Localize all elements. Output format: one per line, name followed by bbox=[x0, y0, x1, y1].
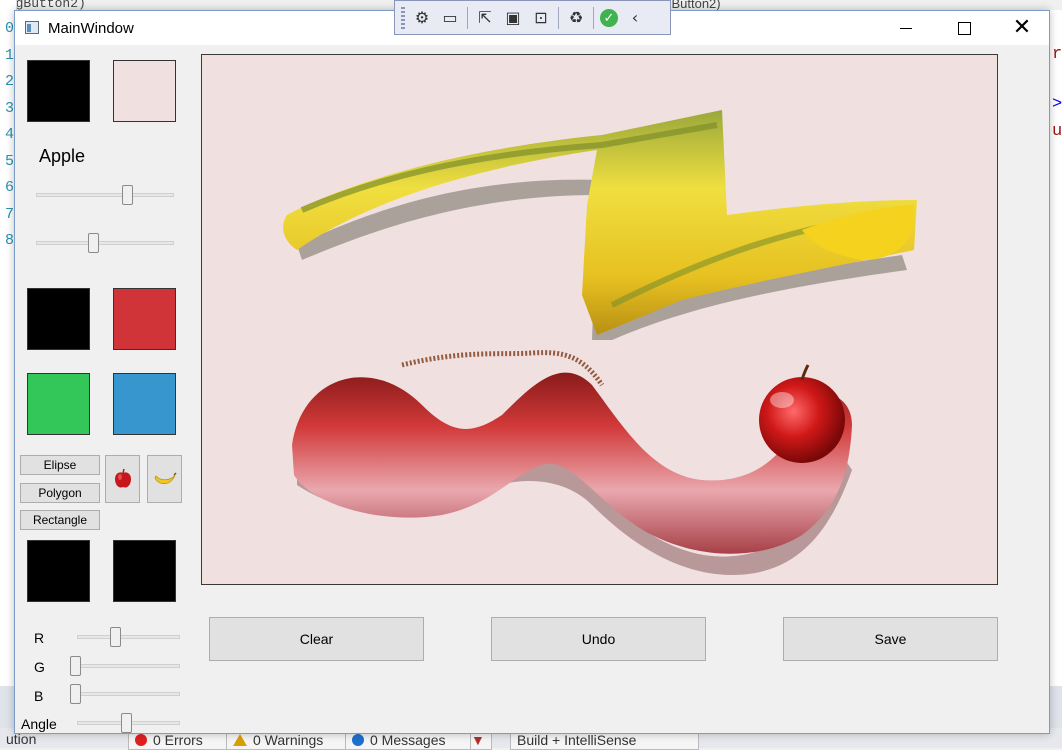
line-number: 0 bbox=[4, 20, 14, 37]
code-fragment: r bbox=[1052, 45, 1062, 64]
binding-check-icon[interactable]: ✓ bbox=[600, 8, 618, 27]
toolbar-separator bbox=[467, 6, 468, 29]
warning-icon bbox=[233, 734, 247, 746]
background-color-swatch[interactable] bbox=[113, 60, 176, 122]
banana-brush-button[interactable] bbox=[147, 455, 182, 503]
app-icon bbox=[25, 21, 39, 34]
stroke-color-swatch[interactable] bbox=[27, 60, 90, 122]
build-filter-label: Build + IntelliSense bbox=[517, 732, 637, 748]
maximize-button[interactable] bbox=[935, 11, 993, 45]
canvas-drawing bbox=[283, 110, 917, 575]
slider-thumb[interactable] bbox=[122, 185, 133, 205]
record-icon[interactable]: ▭ bbox=[439, 7, 461, 29]
close-icon: ✕ bbox=[1012, 15, 1032, 40]
r-slider[interactable] bbox=[77, 627, 180, 647]
apple-brush-button[interactable] bbox=[105, 455, 140, 503]
b-slider[interactable] bbox=[70, 684, 180, 704]
g-label: G bbox=[34, 659, 45, 675]
main-window: MainWindow ✕ Apple Elipse Polygon Rectan… bbox=[14, 10, 1050, 734]
apple-head bbox=[759, 377, 845, 463]
slider-thumb[interactable] bbox=[110, 627, 121, 647]
slider-track bbox=[36, 193, 174, 197]
filter-icon: ▼ bbox=[471, 732, 485, 748]
save-button[interactable]: Save bbox=[783, 617, 998, 661]
info-icon bbox=[352, 734, 364, 746]
minimize-button[interactable] bbox=[877, 11, 935, 45]
apple-icon bbox=[114, 468, 131, 488]
fill-color-swatch[interactable] bbox=[27, 540, 90, 602]
slider-thumb[interactable] bbox=[70, 684, 81, 704]
polygon-button[interactable]: Polygon bbox=[20, 483, 100, 503]
undo-button[interactable]: Undo bbox=[491, 617, 706, 661]
angle-label: Angle bbox=[21, 716, 57, 732]
color-swatch-green[interactable] bbox=[27, 373, 90, 435]
messages-count: 0 Messages bbox=[370, 732, 446, 748]
slider-track bbox=[77, 635, 180, 639]
warnings-count: 0 Warnings bbox=[253, 732, 324, 748]
apple-highlight bbox=[770, 392, 794, 408]
slider-track bbox=[70, 692, 180, 696]
select-element-icon[interactable]: ⚙ bbox=[411, 7, 433, 29]
window-title: MainWindow bbox=[48, 20, 134, 37]
ide-background-text: imgButton2) bbox=[0, 0, 200, 10]
line-number: 2 bbox=[4, 73, 14, 90]
toolbar-separator bbox=[593, 6, 594, 29]
slider-thumb[interactable] bbox=[70, 656, 81, 676]
angle-slider[interactable] bbox=[77, 713, 180, 733]
r-label: R bbox=[34, 630, 45, 646]
minimize-icon bbox=[900, 27, 912, 29]
debug-toolbar: ⚙ ▭ ⇱ ▣ ⊡ ♻ ✓ ‹ bbox=[394, 0, 671, 35]
line-number: 6 bbox=[4, 179, 14, 196]
drawing-canvas[interactable] bbox=[201, 54, 998, 585]
toolbar-separator bbox=[558, 6, 559, 29]
color-swatch-blue[interactable] bbox=[113, 373, 176, 435]
line-number: 8 bbox=[4, 232, 14, 249]
ide-background-tab: Button (imgButton2) bbox=[605, 0, 1062, 10]
slider-track bbox=[70, 664, 180, 668]
clear-button[interactable]: Clear bbox=[209, 617, 424, 661]
toolbar-grip[interactable] bbox=[401, 6, 405, 29]
line-number: 1 bbox=[4, 46, 14, 64]
line-number: 3 bbox=[4, 99, 14, 117]
slider-thumb[interactable] bbox=[121, 713, 132, 733]
error-icon bbox=[135, 734, 147, 746]
opacity-slider[interactable] bbox=[36, 233, 174, 253]
display-layout-icon[interactable]: ▣ bbox=[502, 7, 524, 29]
hot-reload-icon[interactable]: ♻ bbox=[565, 7, 587, 29]
line-number: 7 bbox=[4, 205, 14, 223]
maximize-icon bbox=[957, 21, 971, 35]
track-focus-icon[interactable]: ⊡ bbox=[530, 7, 552, 29]
b-label: B bbox=[34, 688, 44, 704]
collapse-icon[interactable]: ‹ bbox=[624, 7, 646, 29]
line-number: 5 bbox=[4, 152, 14, 170]
custom-color-swatch[interactable] bbox=[113, 540, 176, 602]
shape-label: Apple bbox=[39, 146, 86, 166]
slider-track bbox=[36, 241, 174, 245]
rectangle-button[interactable]: Rectangle bbox=[20, 510, 100, 530]
slider-thumb[interactable] bbox=[88, 233, 99, 253]
banana-icon bbox=[154, 472, 177, 485]
color-swatch-black[interactable] bbox=[27, 288, 90, 350]
line-number: 4 bbox=[4, 126, 14, 143]
code-fragment: u bbox=[1052, 122, 1062, 141]
close-button[interactable]: ✕ bbox=[993, 11, 1051, 45]
color-swatch-red[interactable] bbox=[113, 288, 176, 350]
ide-code-edge: r > u bbox=[1050, 10, 1062, 690]
pointer-select-icon[interactable]: ⇱ bbox=[474, 7, 496, 29]
g-slider[interactable] bbox=[70, 656, 180, 676]
code-fragment: > bbox=[1052, 95, 1062, 114]
errors-count: 0 Errors bbox=[153, 732, 203, 748]
ellipse-button[interactable]: Elipse bbox=[20, 455, 100, 475]
size-slider[interactable] bbox=[36, 185, 174, 205]
